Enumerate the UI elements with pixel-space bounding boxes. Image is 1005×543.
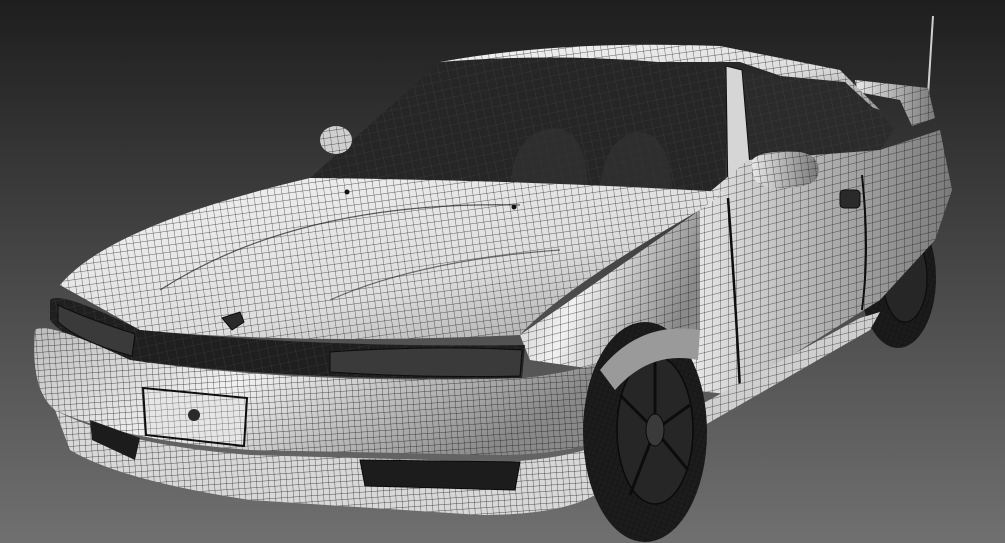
side-mirror-right	[752, 151, 819, 188]
license-plate	[141, 386, 249, 448]
door-handle	[839, 189, 861, 209]
render-viewport	[0, 0, 1005, 543]
car-render	[0, 0, 1005, 543]
side-mirror-left	[320, 126, 352, 154]
